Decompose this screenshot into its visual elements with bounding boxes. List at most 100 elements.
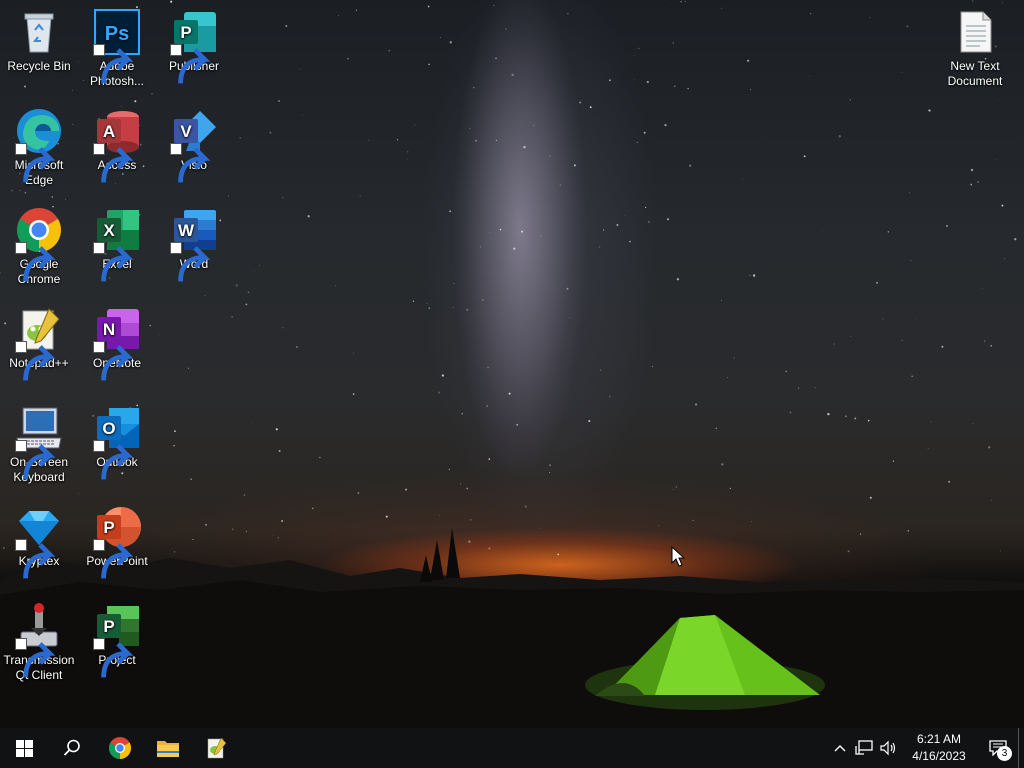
svg-text:X: X (103, 221, 115, 240)
svg-text:Ps: Ps (105, 23, 129, 45)
edge-shortcut[interactable]: Microsoft Edge (1, 101, 77, 188)
star (489, 231, 490, 233)
outlook-shortcut[interactable]: O Outlook (79, 398, 155, 480)
shortcut-arrow-icon (93, 143, 134, 183)
notepadpp-icon (15, 305, 63, 381)
chevron-up-icon (834, 745, 846, 752)
shortcut-arrow-icon (170, 143, 211, 183)
osk-shortcut[interactable]: On-Screen Keyboard (1, 398, 77, 485)
onenote-shortcut[interactable]: N OneNote (79, 299, 155, 381)
star (798, 387, 800, 389)
speaker-icon (880, 740, 896, 756)
transmission-shortcut[interactable]: Transmission Qt Client (1, 596, 77, 683)
star (672, 42, 674, 44)
network-icon (855, 740, 873, 755)
star (252, 422, 254, 423)
star (151, 93, 153, 95)
kryptex-shortcut[interactable]: Kryptex (1, 497, 77, 579)
star (643, 131, 646, 134)
star (906, 25, 909, 28)
system-tray: 6:21 AM 4/16/2023 3 (828, 728, 1024, 768)
access-shortcut[interactable]: A Access (79, 101, 155, 183)
star (672, 488, 674, 490)
star (972, 423, 974, 424)
star (887, 231, 889, 233)
taskbar-chrome-button[interactable] (96, 728, 144, 768)
star (687, 87, 689, 90)
star (396, 139, 398, 141)
star (473, 86, 475, 89)
svg-text:O: O (102, 419, 115, 438)
icon-label: Recycle Bin (7, 59, 71, 73)
star (24, 191, 27, 194)
project-shortcut[interactable]: P Project (79, 596, 155, 678)
star (838, 135, 841, 138)
chrome-shortcut[interactable]: Google Chrome (1, 200, 77, 287)
visio-shortcut[interactable]: V Visio (156, 101, 232, 183)
star (427, 5, 430, 8)
star (901, 72, 903, 73)
shortcut-arrow-icon (170, 44, 211, 84)
star (694, 403, 698, 406)
star (849, 99, 851, 101)
action-center-button[interactable]: 3 (978, 728, 1018, 768)
excel-shortcut[interactable]: X Excel (79, 200, 155, 282)
new-text-document-shortcut[interactable]: New Text Document (937, 2, 1013, 89)
recycle-bin-icon-shortcut[interactable]: Recycle Bin (1, 2, 77, 74)
star (406, 150, 409, 153)
svg-text:N: N (103, 320, 115, 339)
publisher-shortcut[interactable]: P Publisher (156, 2, 232, 84)
star (453, 283, 455, 284)
svg-text:W: W (178, 221, 195, 240)
taskbar-notepadpp-button[interactable] (192, 728, 240, 768)
powerpoint-shortcut[interactable]: P PowerPoint (79, 497, 155, 579)
star (513, 247, 516, 250)
shortcut-arrow-icon (93, 440, 134, 480)
star (487, 366, 489, 369)
star (673, 85, 676, 88)
star (299, 68, 301, 70)
star (741, 178, 743, 180)
star (71, 90, 73, 91)
star (449, 210, 451, 212)
access-icon: A (93, 107, 141, 183)
star (173, 444, 175, 447)
star (296, 346, 298, 348)
shortcut-arrow-icon (93, 539, 134, 579)
star (599, 369, 602, 371)
star (466, 487, 469, 490)
star (406, 158, 408, 160)
star (995, 159, 997, 161)
star (247, 291, 250, 294)
star (495, 139, 498, 142)
star (469, 128, 471, 130)
network-button[interactable] (852, 728, 876, 768)
star (187, 367, 189, 369)
star (715, 427, 718, 430)
notepadpp-shortcut[interactable]: Notepad++ (1, 299, 77, 381)
volume-button[interactable] (876, 728, 900, 768)
star (448, 468, 451, 471)
search-button[interactable] (48, 728, 96, 768)
shortcut-arrow-icon (93, 341, 134, 381)
star (984, 340, 986, 342)
svg-text:P: P (103, 518, 114, 537)
star (243, 494, 246, 496)
glowing-tent (585, 615, 825, 710)
show-desktop-button[interactable] (1018, 728, 1024, 768)
start-button[interactable] (0, 728, 48, 768)
taskbar-file-explorer-button[interactable] (144, 728, 192, 768)
show-hidden-icons-button[interactable] (828, 728, 852, 768)
star (231, 315, 233, 318)
star (508, 392, 511, 395)
chrome-icon (15, 206, 63, 282)
star (405, 488, 408, 491)
star (439, 515, 441, 517)
clock[interactable]: 6:21 AM 4/16/2023 (900, 731, 978, 765)
star (647, 220, 650, 224)
star (752, 274, 756, 277)
photoshop-shortcut[interactable]: Ps Adobe Photosh... (79, 2, 155, 89)
star (749, 89, 751, 91)
word-shortcut[interactable]: W Word (156, 200, 232, 282)
star (809, 12, 812, 15)
